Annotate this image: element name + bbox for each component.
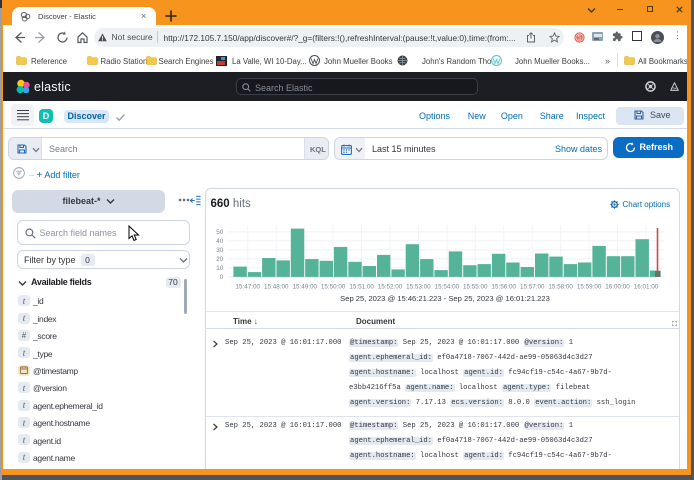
svg-text:50: 50	[216, 229, 224, 236]
svg-text:5: 5	[577, 33, 581, 42]
svg-text:15:52:00: 15:52:00	[378, 284, 403, 291]
svg-text:15:47:00: 15:47:00	[236, 284, 261, 291]
svg-text:15:49:00: 15:49:00	[292, 284, 317, 291]
svg-text:40: 40	[216, 238, 224, 245]
svg-text:15:57:00: 15:57:00	[520, 284, 545, 291]
svg-text:15:58:00: 15:58:00	[548, 284, 573, 291]
svg-text:15:50:00: 15:50:00	[321, 284, 346, 291]
svg-text:16:00:00: 16:00:00	[605, 284, 630, 291]
svg-text:15:53:00: 15:53:00	[406, 284, 431, 291]
svg-text:0: 0	[220, 274, 224, 281]
svg-text:15:55:00: 15:55:00	[463, 284, 488, 291]
svg-text:15:51:00: 15:51:00	[349, 284, 374, 291]
svg-text:15:56:00: 15:56:00	[492, 284, 517, 291]
svg-text:15:54:00: 15:54:00	[435, 284, 460, 291]
svg-text:15:59:00: 15:59:00	[577, 284, 602, 291]
svg-text:16:01:00: 16:01:00	[634, 284, 659, 291]
svg-text:20: 20	[216, 256, 224, 263]
svg-text:10: 10	[216, 265, 224, 272]
svg-text:30: 30	[216, 247, 224, 254]
svg-text:15:48:00: 15:48:00	[264, 284, 289, 291]
